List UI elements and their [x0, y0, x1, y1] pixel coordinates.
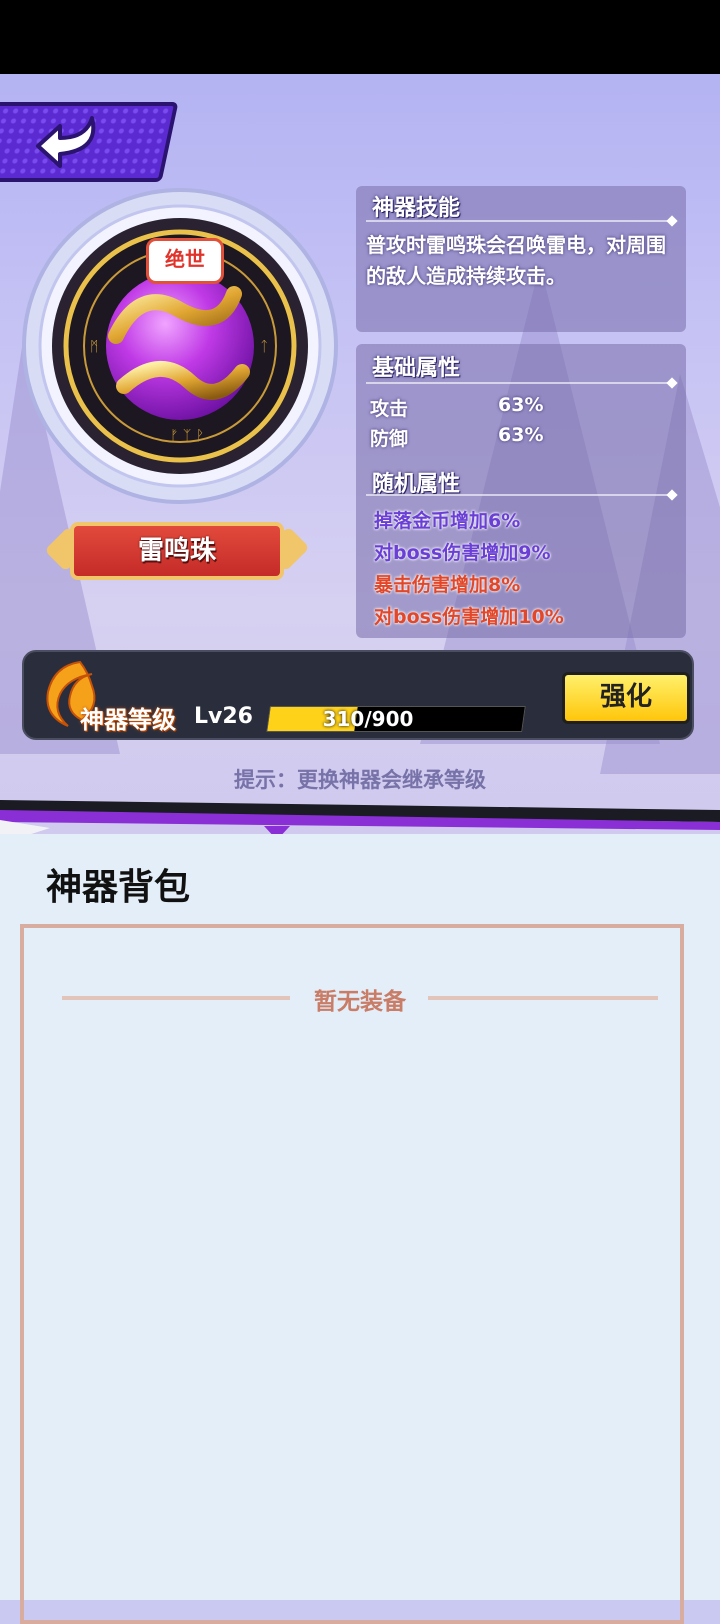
random-stat-item: 掉落金币增加6% [374, 510, 521, 532]
back-button[interactable] [0, 102, 179, 182]
upgrade-button[interactable]: 强化 [562, 672, 690, 724]
skill-description: 普攻时雷鸣珠会召唤雷电，对周围的敌人造成持续攻击。 [366, 233, 666, 288]
svg-text:ᚠ ᛉ ᚹ: ᚠ ᛉ ᚹ [170, 428, 204, 444]
divider [366, 220, 672, 222]
skill-panel-title: 神器技能 [372, 196, 461, 221]
svg-text:ᛏ: ᛏ [260, 339, 268, 355]
divider [366, 494, 672, 496]
random-stat-item: 对boss伤害增加9% [374, 542, 551, 564]
stat-value: 63% [498, 424, 544, 446]
stat-defense: 防御 63% [370, 424, 543, 451]
artifact-name: 雷鸣珠 [137, 536, 216, 566]
status-bar [0, 0, 720, 74]
rarity-text: 绝世 [165, 247, 205, 271]
svg-text:ᛗ: ᛗ [90, 339, 98, 355]
xp-text: 310/900 [322, 707, 414, 731]
stat-attack: 攻击 63% [370, 394, 543, 421]
empty-bag-text: 暂无装备 [314, 989, 406, 1015]
rarity-badge: 绝世 [146, 238, 224, 284]
upgrade-button-label: 强化 [599, 682, 652, 712]
back-arrow-icon [36, 116, 96, 168]
random-stat-item: 暴击伤害增加8% [374, 574, 521, 596]
stats-panel: 基础属性 攻击 63% 防御 63% 随机属性 掉落金币增加6% 对boss伤害… [356, 344, 686, 638]
stat-label: 防御 [370, 428, 409, 450]
thunder-orb-icon: ᛟ ᚱ ᛞ ᚠ ᛉ ᚹ ᛗ ᛏ [22, 188, 338, 504]
skill-panel: 神器技能 普攻时雷鸣珠会召唤雷电，对周围的敌人造成持续攻击。 [356, 186, 686, 332]
bag-inventory-frame [20, 924, 684, 1624]
bag-title: 神器背包 [46, 867, 191, 908]
artifact-level-bar: 神器等级 Lv26 310/900 强化 [22, 650, 694, 740]
hint-text: 提示：更换神器会继承等级 [234, 768, 486, 792]
divider [366, 382, 672, 384]
stat-value: 63% [498, 394, 544, 416]
base-stats-title: 基础属性 [372, 356, 461, 381]
artifact-name-plate: 雷鸣珠 [44, 522, 310, 580]
stat-label: 攻击 [370, 398, 409, 420]
random-stat-item: 对boss伤害增加10% [374, 606, 564, 628]
level-title: 神器等级 [80, 706, 176, 734]
level-value: Lv26 [194, 704, 253, 729]
